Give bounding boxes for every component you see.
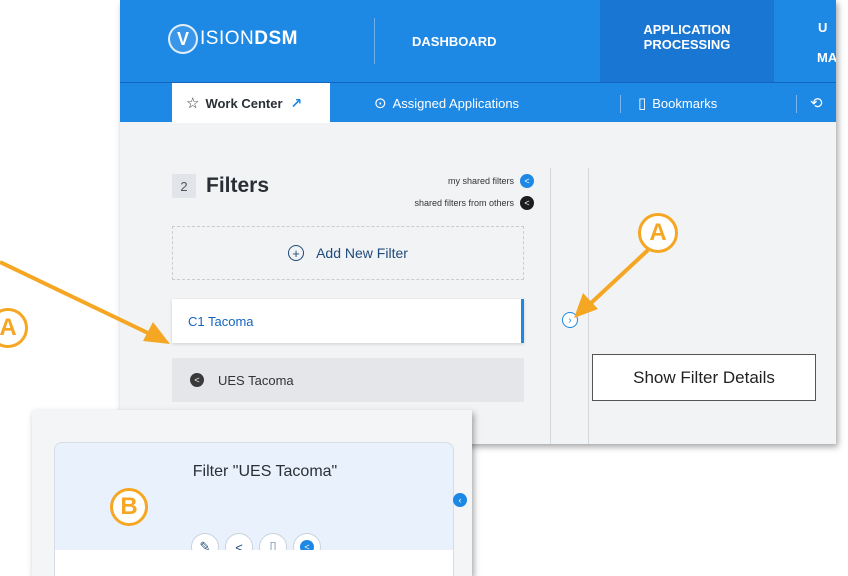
plus-circle-icon: + bbox=[288, 245, 305, 261]
filter-detail-title: Filter "UES Tacoma" bbox=[192, 463, 338, 480]
legend-shared-others: shared filters from others < bbox=[414, 192, 534, 214]
filters-header: 2 Filters bbox=[172, 174, 269, 198]
screenshot-stage: V ISIONDSM DASHBOARD APPLICATION PROCESS… bbox=[0, 0, 848, 576]
bookmark-icon: ▯ bbox=[638, 95, 647, 112]
tab-work-center[interactable]: ☆ Work Center ↗ bbox=[172, 83, 330, 123]
filter-detail-body bbox=[54, 550, 454, 576]
sidebar-divider bbox=[550, 168, 551, 444]
nav-application-processing-label: APPLICATION PROCESSING bbox=[643, 22, 731, 52]
star-icon: ☆ bbox=[186, 95, 200, 112]
share-icon: < bbox=[520, 174, 534, 188]
shared-filters-legend: my shared filters < shared filters from … bbox=[414, 170, 534, 214]
sub-nav-bar: ☆ Work Center ↗ ⊙ Assigned Applications … bbox=[120, 82, 836, 123]
history-icon: ⟲ bbox=[810, 95, 823, 112]
shared-filter-icon: < bbox=[190, 373, 204, 387]
callout-b: B bbox=[110, 488, 148, 526]
top-nav-bar: V ISIONDSM DASHBOARD APPLICATION PROCESS… bbox=[120, 0, 836, 82]
filter-item-c1-tacoma[interactable]: C1 Tacoma bbox=[172, 299, 524, 343]
details-divider bbox=[588, 168, 589, 444]
share-icon: < bbox=[520, 196, 534, 210]
filter-detail-window: Filter "UES Tacoma" ‹ ✎ < ⌷ < bbox=[32, 410, 472, 576]
tooltip: Show Filter Details bbox=[592, 354, 816, 401]
sub-nav-divider bbox=[796, 95, 797, 113]
nav-truncated-2[interactable]: MA bbox=[817, 50, 836, 65]
add-new-filter-label: Add New Filter bbox=[316, 245, 408, 261]
add-new-filter-button[interactable]: + Add New Filter bbox=[172, 226, 524, 280]
collapse-details-icon[interactable]: ‹ bbox=[453, 493, 467, 507]
nav-dashboard[interactable]: DASHBOARD bbox=[412, 34, 497, 49]
filters-title: Filters bbox=[206, 174, 270, 197]
nav-application-processing[interactable]: APPLICATION PROCESSING bbox=[600, 0, 774, 82]
tab-bookmarks-label: Bookmarks bbox=[652, 95, 718, 111]
legend-shared-others-label: shared filters from others bbox=[414, 198, 514, 208]
nav-truncated-1[interactable]: U bbox=[818, 20, 827, 35]
filter-count-badge: 2 bbox=[172, 174, 196, 198]
tab-work-center-label: Work Center bbox=[205, 95, 283, 111]
external-link-icon[interactable]: ↗ bbox=[291, 95, 303, 112]
tab-bookmarks[interactable]: ▯ Bookmarks bbox=[638, 83, 717, 123]
filter-item-label: UES Tacoma bbox=[218, 372, 294, 388]
callout-a-right: A bbox=[638, 213, 678, 253]
show-filter-details-button[interactable]: › bbox=[562, 312, 578, 328]
app-logo[interactable]: V ISIONDSM bbox=[168, 24, 298, 54]
main-window: V ISIONDSM DASHBOARD APPLICATION PROCESS… bbox=[120, 0, 836, 444]
logo-mark-icon: V bbox=[168, 24, 198, 54]
filter-item-ues-tacoma[interactable]: < UES Tacoma bbox=[172, 358, 524, 402]
legend-my-shared-label: my shared filters bbox=[447, 176, 514, 186]
logo-text-bold: DSM bbox=[254, 28, 298, 49]
tab-assigned-applications[interactable]: ⊙ Assigned Applications bbox=[374, 83, 519, 123]
legend-my-shared: my shared filters < bbox=[414, 170, 534, 192]
tab-history[interactable]: ⟲ bbox=[810, 83, 829, 123]
sub-nav-divider bbox=[620, 95, 621, 113]
nav-divider bbox=[374, 18, 375, 64]
tab-assigned-label: Assigned Applications bbox=[392, 95, 520, 111]
callout-a-left: A bbox=[0, 308, 28, 348]
logo-text: ISIONDSM bbox=[200, 28, 298, 50]
location-pin-icon: ⊙ bbox=[374, 95, 387, 112]
logo-text-light: ISION bbox=[200, 28, 255, 49]
filter-item-label: C1 Tacoma bbox=[188, 313, 254, 329]
